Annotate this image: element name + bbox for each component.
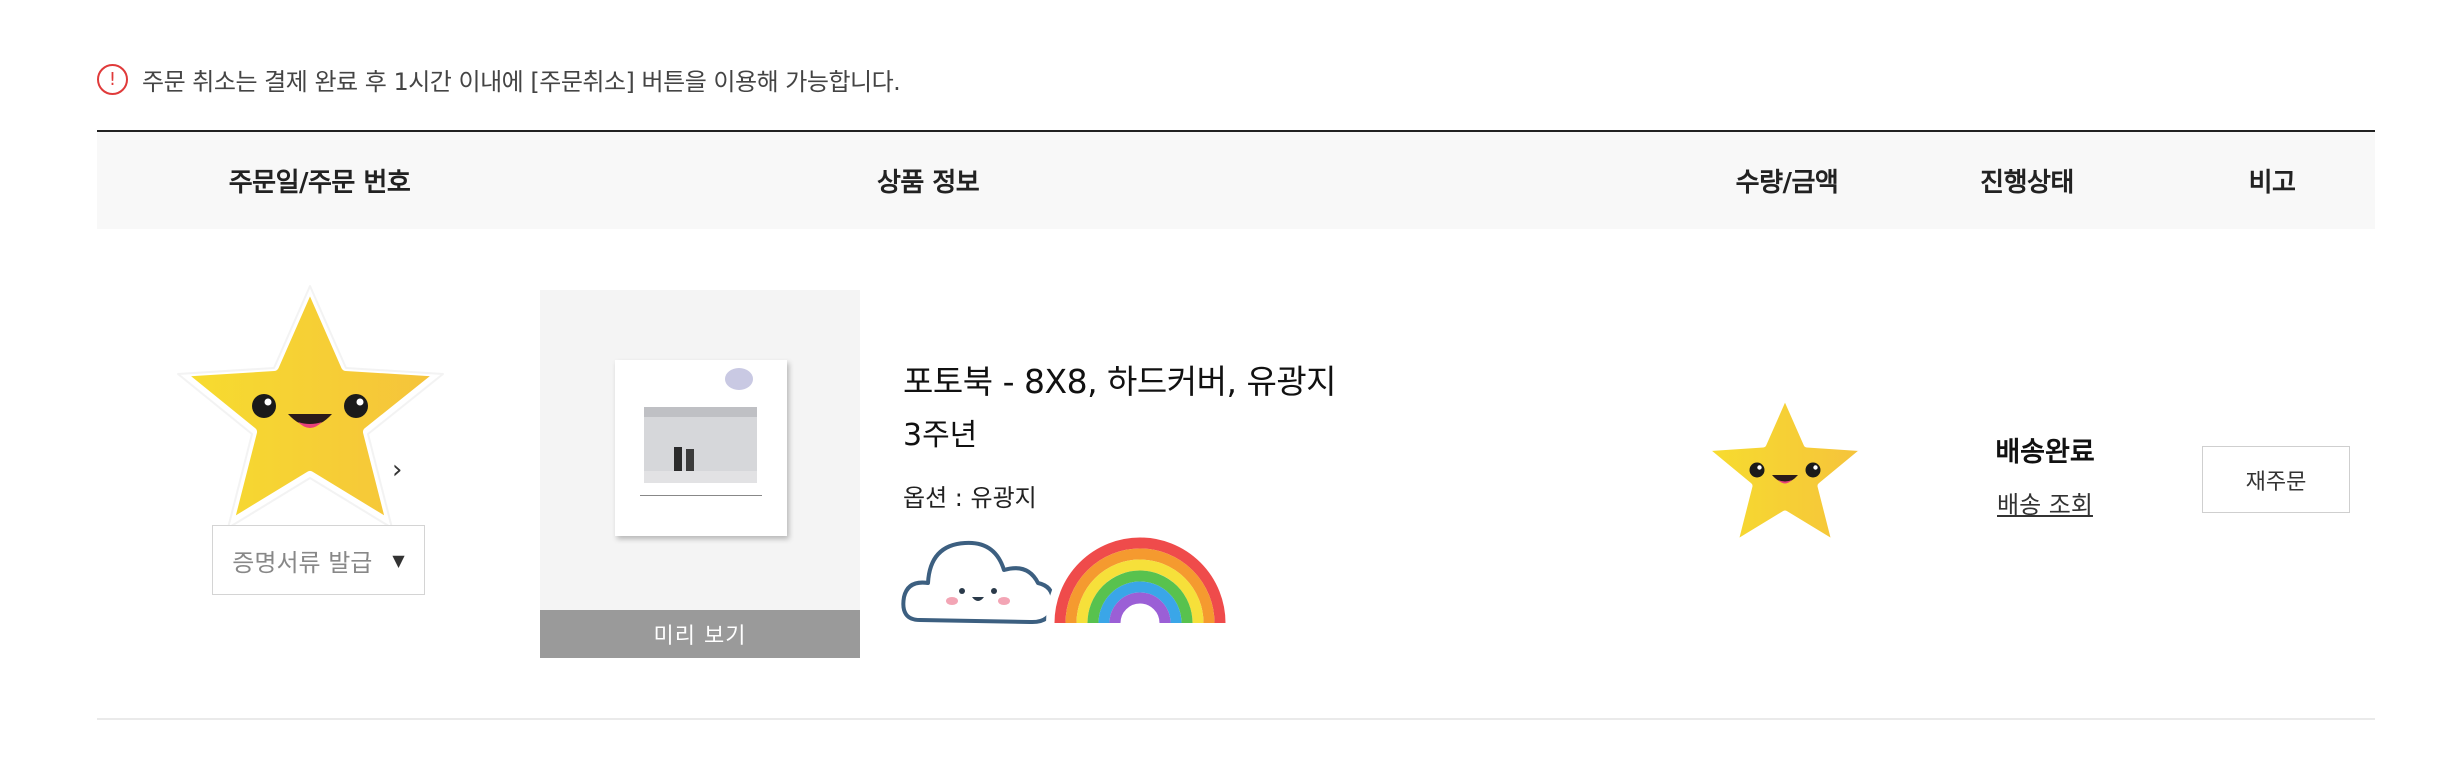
- header-order-date: 주문일/주문 번호: [228, 168, 411, 198]
- product-title[interactable]: 포토북 - 8X8, 하드커버, 유광지: [903, 355, 1337, 403]
- cancel-notice: ! 주문 취소는 결제 완료 후 1시간 이내에 [주문취소] 버튼을 이용해 …: [97, 62, 901, 96]
- cover-caption-lines: [640, 495, 762, 503]
- reorder-button[interactable]: 재주문: [2202, 446, 2350, 513]
- exclamation-circle-icon: !: [97, 63, 128, 95]
- chevron-right-icon[interactable]: ›: [392, 455, 402, 485]
- cover-decoration: [725, 368, 753, 390]
- notice-text: 주문 취소는 결제 완료 후 1시간 이내에 [주문취소] 버튼을 이용해 가능…: [142, 67, 901, 96]
- certificate-issue-label: 증명서류 발급: [232, 548, 373, 577]
- certificate-issue-dropdown[interactable]: 증명서류 발급 ▼: [212, 525, 425, 595]
- header-quantity-amount: 수량/금액: [1735, 168, 1839, 198]
- header-product-info: 상품 정보: [877, 168, 980, 198]
- preview-button[interactable]: 미리 보기: [540, 610, 860, 658]
- product-subtitle: 3주년: [903, 418, 978, 453]
- product-thumbnail[interactable]: 미리 보기: [540, 290, 860, 658]
- star-sticker-icon: [173, 279, 448, 531]
- header-progress-status: 진행상태: [1980, 168, 2074, 198]
- row-divider: [97, 718, 2375, 720]
- photobook-cover-image: [615, 360, 787, 536]
- track-delivery-link[interactable]: 배송 조회: [1925, 485, 2165, 520]
- caret-down-icon: ▼: [392, 550, 405, 570]
- rainbow-sticker-icon: [1046, 529, 1234, 624]
- order-status: 배송완료: [1995, 437, 2095, 468]
- cloud-sticker-icon: [901, 540, 1055, 625]
- header-note: 비고: [2248, 168, 2296, 198]
- product-option: 옵션 : 유광지: [903, 484, 1037, 512]
- table-header: 주문일/주문 번호 상품 정보 수량/금액 진행상태 비고: [97, 132, 2375, 229]
- cover-photo: [644, 407, 757, 483]
- star-sticker-small-icon: [1699, 390, 1871, 549]
